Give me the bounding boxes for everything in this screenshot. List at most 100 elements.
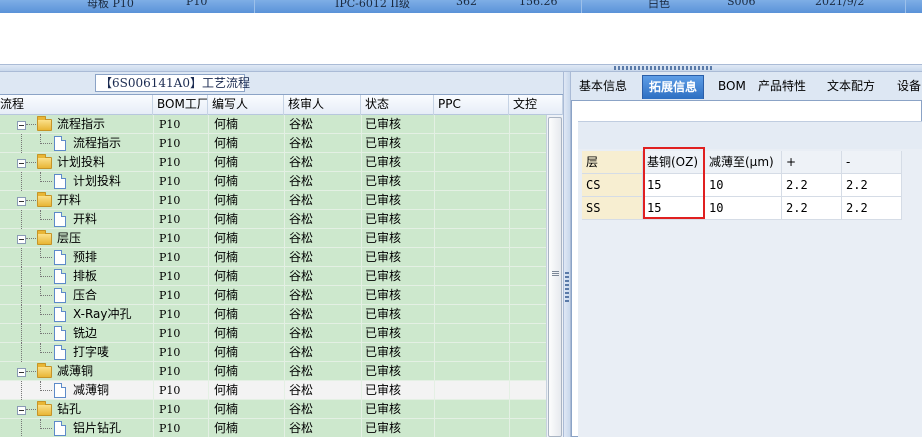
sub-toolbar (578, 121, 922, 149)
flow-step-name[interactable]: 铣边 (73, 324, 97, 343)
flow-step-name[interactable]: 计划投料 (73, 172, 121, 191)
cell-reviewer: 谷松 (289, 231, 314, 245)
table-row[interactable]: 压合 P10 何楠 谷松 已审核 (0, 286, 546, 305)
tab-basic-info[interactable]: 基本信息 (573, 75, 633, 99)
record-cell-color: 白色 (648, 0, 670, 10)
flow-step-name[interactable]: 开料 (57, 191, 81, 210)
table-row[interactable]: 计划投料 P10 何楠 谷松 已审核 (0, 153, 546, 172)
flow-step-name[interactable]: 铝片钻孔 (73, 419, 121, 437)
cell-status: 已审核 (365, 231, 402, 245)
tab-text-recipe[interactable]: 文本配方 (821, 75, 881, 99)
table-row[interactable]: 减薄铜 P10 何楠 谷松 已审核 (0, 362, 546, 381)
folder-icon (37, 363, 52, 378)
col-header-plus: + (782, 151, 842, 174)
cell-plus[interactable]: 2.2 (782, 197, 842, 220)
flow-step-name[interactable]: 层压 (57, 229, 81, 248)
flow-step-name[interactable]: 钻孔 (57, 400, 81, 419)
table-row[interactable]: 开料 P10 何楠 谷松 已审核 (0, 191, 546, 210)
flow-step-name[interactable]: 预排 (73, 248, 97, 267)
vertical-splitter[interactable] (563, 72, 571, 437)
table-row[interactable]: CS 15 10 2.2 2.2 (582, 174, 922, 197)
detail-tabs: 基本信息 拓展信息 BOM 产品特性 文本配方 设备 (571, 72, 922, 100)
cell-bom: P10 (159, 308, 181, 321)
table-row[interactable]: 流程指示 P10 何楠 谷松 已审核 (0, 134, 546, 153)
scrollbar-thumb[interactable] (548, 117, 562, 437)
table-row[interactable]: 预排 P10 何楠 谷松 已审核 (0, 248, 546, 267)
cell-minus[interactable]: 2.2 (842, 174, 902, 197)
selected-record-row[interactable]: 母板 P10 P10 IPC-6012 II级 362 156.26 白色 S0… (0, 0, 922, 13)
cell-status: 已审核 (365, 174, 402, 188)
cell-layer[interactable]: SS (582, 197, 643, 220)
table-row[interactable]: 铝片钻孔 P10 何楠 谷松 已审核 (0, 419, 546, 437)
cell-writer: 何楠 (214, 155, 239, 169)
col-header-flow[interactable]: 流程 (0, 95, 153, 115)
record-cell-factory: P10 (186, 0, 208, 8)
flow-step-name[interactable]: 压合 (73, 286, 97, 305)
flow-step-name[interactable]: 排板 (73, 267, 97, 286)
cell-minus[interactable]: 2.2 (842, 197, 902, 220)
tab-equipment[interactable]: 设备 (891, 75, 922, 99)
table-row[interactable]: 流程指示 P10 何楠 谷松 已审核 (0, 115, 546, 134)
cell-status: 已审核 (365, 421, 402, 435)
table-row[interactable]: 减薄铜 P10 何楠 谷松 已审核 (0, 381, 546, 400)
col-header-ppc[interactable]: PPC (434, 95, 509, 115)
col-header-writer[interactable]: 编写人 (208, 95, 284, 115)
cell-status: 已审核 (365, 326, 402, 340)
cell-base-copper[interactable]: 15 (643, 197, 705, 220)
table-row[interactable]: SS 15 10 2.2 2.2 (582, 197, 922, 220)
table-row[interactable]: X-Ray冲孔 P10 何楠 谷松 已审核 (0, 305, 546, 324)
collapse-toggle-icon[interactable] (17, 121, 26, 130)
collapse-toggle-icon[interactable] (17, 368, 26, 377)
cell-plus[interactable]: 2.2 (782, 174, 842, 197)
cell-writer: 何楠 (214, 174, 239, 188)
extended-info-content: 层 基铜(OZ) 减薄至(μm) + - CS 15 10 2.2 2.2 SS… (571, 100, 922, 437)
table-row[interactable]: 计划投料 P10 何楠 谷松 已审核 (0, 172, 546, 191)
flow-step-name[interactable]: 流程指示 (57, 115, 105, 134)
tab-extended-info[interactable]: 拓展信息 (642, 75, 705, 99)
flow-step-name[interactable]: 减薄铜 (57, 362, 93, 381)
splitter-grip-icon (565, 272, 569, 302)
cell-reviewer: 谷松 (289, 117, 314, 131)
document-icon (54, 383, 66, 398)
table-row[interactable]: 开料 P10 何楠 谷松 已审核 (0, 210, 546, 229)
cell-writer: 何楠 (214, 402, 239, 416)
flow-step-name[interactable]: X-Ray冲孔 (73, 305, 131, 324)
cell-base-copper[interactable]: 15 (643, 174, 705, 197)
col-header-reviewer[interactable]: 核审人 (284, 95, 361, 115)
horizontal-splitter[interactable] (0, 64, 922, 72)
flow-step-name[interactable]: 计划投料 (57, 153, 105, 172)
tab-product-features[interactable]: 产品特性 (752, 75, 812, 99)
table-row[interactable]: 排板 P10 何楠 谷松 已审核 (0, 267, 546, 286)
flow-step-name[interactable]: 减薄铜 (73, 381, 109, 400)
flow-step-name[interactable]: 流程指示 (73, 134, 121, 153)
cell-thin-to[interactable]: 10 (705, 174, 782, 197)
table-row[interactable]: 钻孔 P10 何楠 谷松 已审核 (0, 400, 546, 419)
col-header-status[interactable]: 状态 (361, 95, 434, 115)
cell-layer[interactable]: CS (582, 174, 643, 197)
document-icon (54, 307, 66, 322)
flow-step-name[interactable]: 打字唛 (73, 343, 109, 362)
vertical-scrollbar[interactable] (546, 115, 563, 437)
cell-writer: 何楠 (214, 307, 239, 321)
cell-writer: 何楠 (214, 326, 239, 340)
col-header-doc-control[interactable]: 文控 (509, 95, 563, 115)
cell-writer: 何楠 (214, 364, 239, 378)
record-cell-area: 156.26 (519, 0, 558, 8)
collapse-toggle-icon[interactable] (17, 406, 26, 415)
collapse-toggle-icon[interactable] (17, 159, 26, 168)
cell-writer: 何楠 (214, 136, 239, 150)
col-header-bom[interactable]: BOM工厂 (153, 95, 208, 115)
cell-writer: 何楠 (214, 117, 239, 131)
cell-reviewer: 谷松 (289, 174, 314, 188)
collapse-toggle-icon[interactable] (17, 197, 26, 206)
tab-bom[interactable]: BOM (712, 75, 752, 99)
table-row[interactable]: 铣边 P10 何楠 谷松 已审核 (0, 324, 546, 343)
cell-status: 已审核 (365, 193, 402, 207)
record-list-area (0, 13, 922, 64)
cell-bom: P10 (159, 194, 181, 207)
cell-thin-to[interactable]: 10 (705, 197, 782, 220)
table-row[interactable]: 打字唛 P10 何楠 谷松 已审核 (0, 343, 546, 362)
flow-step-name[interactable]: 开料 (73, 210, 97, 229)
collapse-toggle-icon[interactable] (17, 235, 26, 244)
table-row[interactable]: 层压 P10 何楠 谷松 已审核 (0, 229, 546, 248)
